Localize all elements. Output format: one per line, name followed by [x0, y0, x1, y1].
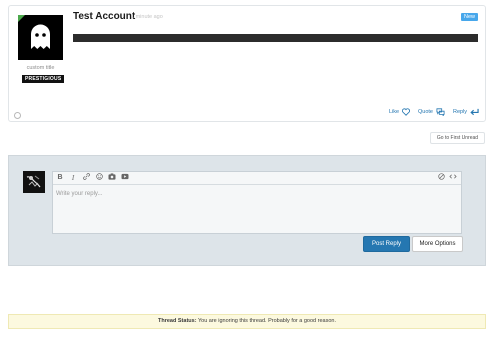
editor-toolbar: B I [53, 172, 461, 185]
thread-status-label: Thread Status: [158, 318, 197, 324]
post-content-redacted [73, 34, 478, 42]
smilie-icon[interactable] [95, 172, 103, 184]
heart-icon [402, 108, 411, 116]
rank-badge: PRESTIGIOUS [22, 75, 65, 83]
link-icon[interactable] [82, 172, 90, 184]
more-options-button[interactable]: More Options [412, 236, 463, 252]
new-badge: New [460, 13, 478, 21]
italic-icon[interactable]: I [69, 173, 77, 183]
select-post-checkbox[interactable] [14, 112, 21, 119]
reply-arrow-icon [470, 108, 479, 116]
bold-icon[interactable]: B [56, 173, 64, 183]
image-icon[interactable] [108, 172, 116, 184]
reply-avatar[interactable] [23, 171, 45, 193]
reply-placeholder[interactable]: Write your reply... [56, 191, 102, 197]
quote-bubble-icon [436, 108, 445, 116]
reply-label: Reply [453, 109, 468, 115]
code-icon[interactable] [449, 173, 457, 182]
quote-button[interactable]: Quote [418, 108, 445, 116]
thread-status-notice: Thread Status: You are ignoring this thr… [8, 314, 486, 329]
username[interactable]: Test Account [73, 11, 135, 22]
like-label: Like [389, 109, 400, 115]
go-to-first-unread-button[interactable]: Go to First Unread [430, 132, 485, 144]
online-indicator [18, 15, 25, 22]
eraser-icon[interactable] [437, 173, 445, 182]
media-icon[interactable] [121, 173, 129, 184]
quote-label: Quote [418, 109, 433, 115]
avatar-image [26, 175, 41, 188]
reply-button[interactable]: Reply [453, 108, 479, 116]
reply-editor[interactable]: B I Write your reply... [52, 171, 462, 234]
post-time[interactable]: 1 minute ago [131, 14, 163, 20]
post-reply-button[interactable]: Post Reply [363, 236, 410, 252]
like-button[interactable]: Like [389, 108, 411, 116]
thread-status-text: You are ignoring this thread. Probably f… [197, 318, 336, 324]
quick-reply-area: B I Write your reply... Post Reply More … [8, 155, 486, 266]
custom-title: custom title [26, 65, 55, 71]
message-post: custom title PRESTIGIOUS Test Account 1 … [8, 5, 486, 122]
